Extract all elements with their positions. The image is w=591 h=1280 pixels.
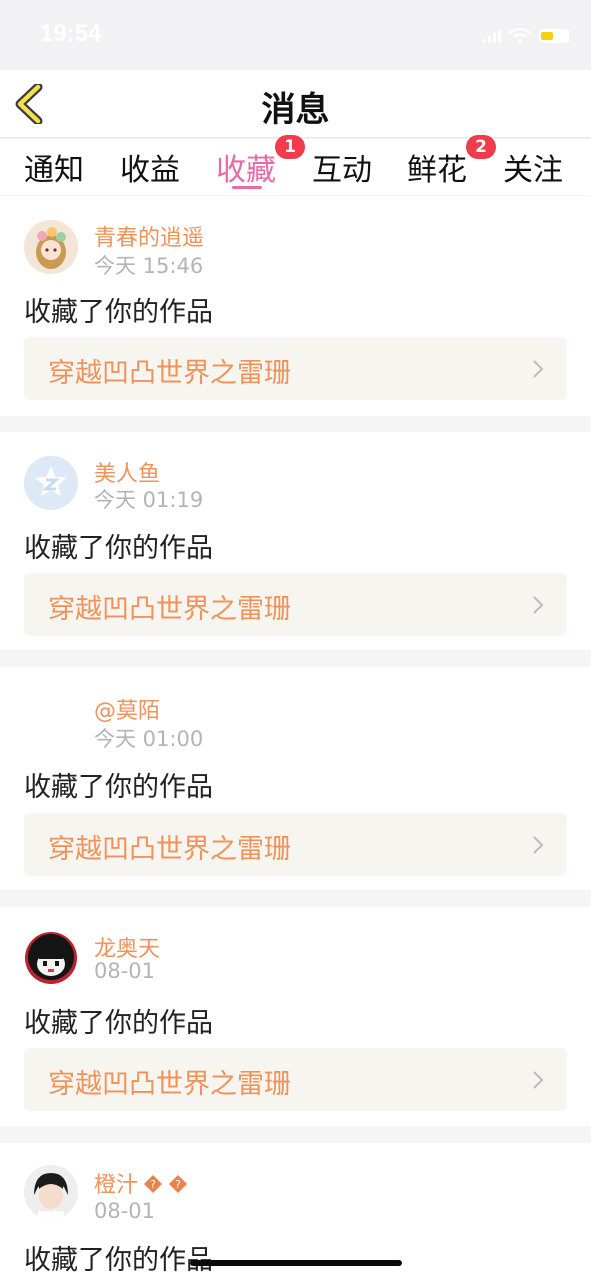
action-text: 收藏了你的作品: [24, 1245, 213, 1276]
message-card: 美人鱼 今天 01:19 收藏了你的作品 穿越凹凸世界之雷珊: [0, 432, 591, 650]
favorites-badge: 1: [275, 135, 305, 159]
status-bar: 19:54: [0, 0, 591, 70]
tab-interactions[interactable]: 互动: [312, 145, 372, 189]
work-title: 穿越凹凸世界之雷珊: [48, 834, 291, 865]
action-text: 收藏了你的作品: [24, 1008, 213, 1039]
user-name[interactable]: 橙汁??: [94, 1167, 188, 1199]
work-title: 穿越凹凸世界之雷珊: [48, 358, 291, 389]
chevron-right-icon: [533, 836, 544, 854]
tab-following[interactable]: 关注: [503, 145, 563, 189]
user-name[interactable]: 青春的逍遥: [94, 220, 204, 252]
tab-notifications[interactable]: 通知: [24, 145, 84, 189]
status-time: 19:54: [40, 20, 102, 47]
signal-icon: [483, 29, 501, 43]
battery-icon: [539, 29, 569, 43]
level-badge-icon: ?: [144, 1175, 163, 1193]
avatar-image-icon: [25, 932, 77, 984]
tab-bar: 通知 收益 收藏 1 互动 鲜花 2 关注: [0, 135, 591, 195]
active-tab-indicator: [232, 186, 262, 189]
default-avatar-icon: [24, 456, 78, 510]
message-time: 今天 01:00: [94, 727, 204, 751]
work-title: 穿越凹凸世界之雷珊: [48, 1069, 291, 1100]
message-card: 青春的逍遥 今天 15:46 收藏了你的作品 穿越凹凸世界之雷珊: [0, 196, 591, 416]
chevron-right-icon: [533, 596, 544, 614]
chevron-right-icon: [533, 360, 544, 378]
tab-favorites[interactable]: 收藏: [216, 145, 276, 189]
flowers-badge: 2: [466, 135, 496, 159]
message-time: 今天 15:46: [94, 254, 204, 278]
avatar-image-icon: [24, 220, 78, 274]
home-indicator: [190, 1260, 402, 1266]
user-name-text: 橙汁: [94, 1173, 139, 1198]
tab-earnings[interactable]: 收益: [120, 145, 180, 189]
svg-text:?: ?: [175, 1178, 181, 1191]
user-name[interactable]: @莫陌: [94, 693, 160, 725]
message-time: 08-01: [94, 959, 156, 983]
action-text: 收藏了你的作品: [24, 533, 213, 564]
message-time: 今天 01:19: [94, 488, 204, 512]
svg-text:?: ?: [150, 1178, 156, 1191]
avatar-image-icon: [24, 1165, 78, 1219]
action-text: 收藏了你的作品: [24, 297, 213, 328]
avatar[interactable]: [24, 691, 78, 745]
work-link[interactable]: 穿越凹凸世界之雷珊: [24, 1048, 567, 1111]
wifi-icon: [509, 28, 531, 43]
nav-bar: 消息: [0, 70, 591, 138]
message-time: 08-01: [94, 1199, 156, 1223]
message-card: 龙奥天 08-01 收藏了你的作品 穿越凹凸世界之雷珊: [0, 907, 591, 1126]
action-text: 收藏了你的作品: [24, 772, 213, 803]
work-link[interactable]: 穿越凹凸世界之雷珊: [24, 813, 567, 876]
work-link[interactable]: 穿越凹凸世界之雷珊: [24, 337, 567, 400]
tab-flowers[interactable]: 鲜花: [407, 145, 467, 189]
work-link[interactable]: 穿越凹凸世界之雷珊: [24, 573, 567, 636]
avatar[interactable]: [24, 1165, 78, 1219]
message-card: @莫陌 今天 01:00 收藏了你的作品 穿越凹凸世界之雷珊: [0, 667, 591, 890]
avatar[interactable]: [24, 220, 78, 274]
chevron-right-icon: [533, 1071, 544, 1089]
avatar[interactable]: [24, 931, 78, 985]
page-title: 消息: [261, 90, 330, 130]
status-icons: [483, 28, 569, 44]
avatar[interactable]: [24, 456, 78, 510]
level-badge-icon: ?: [169, 1175, 188, 1193]
work-title: 穿越凹凸世界之雷珊: [48, 594, 291, 625]
